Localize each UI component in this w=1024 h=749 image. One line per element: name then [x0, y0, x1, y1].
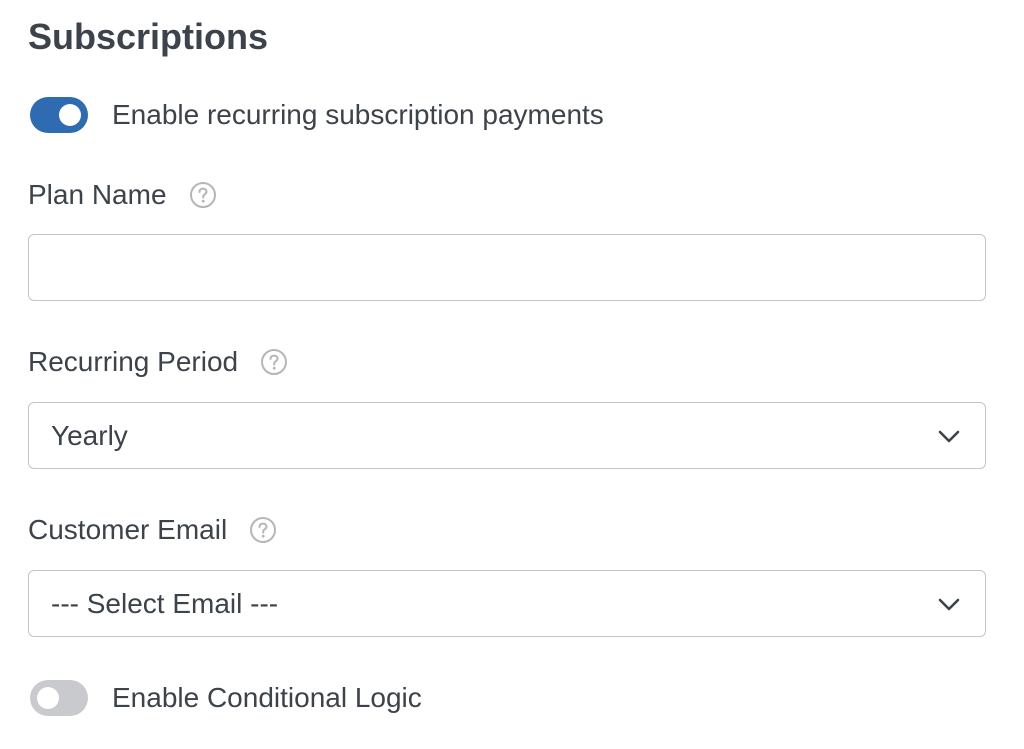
plan-name-label-row: Plan Name — [28, 177, 217, 213]
recurring-payments-toggle[interactable] — [30, 97, 88, 133]
recurring-payments-toggle-row: Enable recurring subscription payments — [30, 97, 604, 133]
chevron-down-icon — [938, 430, 960, 442]
recurring-period-select[interactable]: Yearly — [28, 402, 986, 469]
recurring-period-label: Recurring Period — [28, 346, 239, 377]
question-circle-icon[interactable] — [189, 181, 217, 209]
recurring-period-selected-value: Yearly — [51, 419, 128, 451]
conditional-logic-toggle[interactable] — [30, 680, 88, 716]
customer-email-label: Customer Email — [28, 514, 228, 545]
recurring-period-label-row: Recurring Period — [28, 344, 288, 380]
customer-email-select[interactable]: --- Select Email --- — [28, 570, 986, 637]
customer-email-selected-value: --- Select Email --- — [51, 587, 279, 619]
customer-email-label-row: Customer Email — [28, 512, 277, 548]
section-title: Subscriptions — [28, 16, 269, 57]
toggle-knob — [37, 687, 59, 709]
recurring-payments-toggle-label: Enable recurring subscription payments — [112, 99, 604, 130]
question-circle-icon[interactable] — [260, 348, 288, 376]
conditional-logic-toggle-label: Enable Conditional Logic — [112, 682, 422, 713]
toggle-knob — [59, 104, 81, 126]
plan-name-label: Plan Name — [28, 179, 167, 210]
conditional-logic-toggle-row: Enable Conditional Logic — [30, 680, 422, 716]
chevron-down-icon — [938, 598, 960, 610]
question-circle-icon[interactable] — [249, 516, 277, 544]
plan-name-input[interactable] — [28, 234, 986, 301]
